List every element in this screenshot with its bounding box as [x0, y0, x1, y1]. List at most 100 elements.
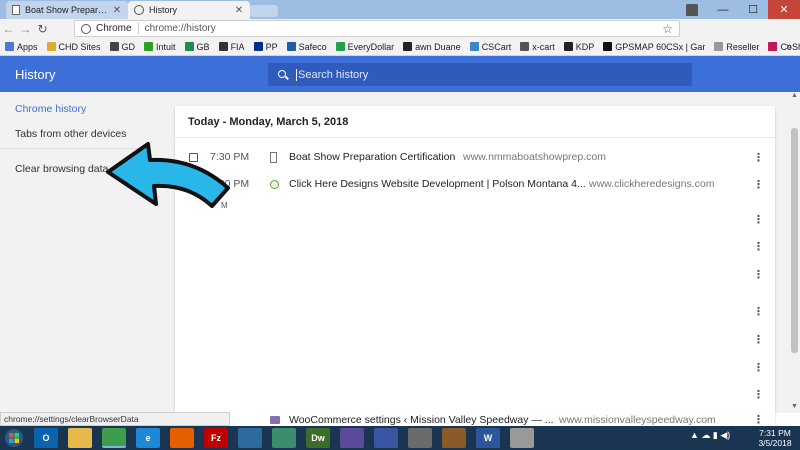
bookmark-item[interactable]: awn Duane	[403, 42, 461, 52]
fetch-icon[interactable]	[238, 428, 262, 448]
tab-history[interactable]: History ✕	[128, 1, 250, 19]
bookmark-item[interactable]: EveryDollar	[335, 41, 395, 52]
bookmark-star-icon[interactable]: ☆	[662, 22, 673, 36]
bookmark-label: GB	[196, 41, 210, 52]
word-icon[interactable]: W	[476, 428, 500, 448]
bookmark-item[interactable]: Reseller	[714, 42, 759, 52]
windows-start-icon[interactable]	[4, 428, 24, 448]
forward-arrow-icon[interactable]: →	[17, 20, 34, 37]
close-icon[interactable]: ✕	[234, 5, 244, 16]
chrome-icon[interactable]	[102, 428, 126, 448]
bookmark-icon	[469, 42, 479, 51]
bookmark-item[interactable]: KDP	[563, 42, 594, 52]
sidebar-item-clear-browsing-data[interactable]: Clear browsing data	[15, 163, 108, 175]
day-divider	[175, 137, 775, 138]
row-title-link[interactable]: WooCommerce settings ‹ Mission Valley Sp…	[289, 414, 554, 426]
scrollbar-thumb[interactable]	[791, 128, 798, 353]
search-box[interactable]	[268, 63, 692, 86]
bookmark-item[interactable]: Intuit	[144, 42, 176, 52]
filezilla-icon[interactable]: Fz	[204, 428, 228, 448]
outlook-icon[interactable]: O	[34, 428, 58, 448]
scroll-up-icon[interactable]: ▲	[789, 92, 800, 102]
bookmark-item[interactable]: GPSMAP 60CSx | Gar	[603, 42, 705, 52]
woocommerce-favicon-icon	[270, 415, 280, 424]
history-row-partial[interactable]: WooCommerce settings ‹ Mission Valley Sp…	[175, 413, 775, 426]
row-menu-icon[interactable]: ⋮	[753, 333, 764, 346]
bookmark-item[interactable]: GD	[109, 41, 136, 52]
row-menu-icon[interactable]: ⋮	[753, 305, 764, 318]
row-title-link[interactable]: Boat Show Preparation Certification	[289, 151, 455, 163]
bookmark-icon	[520, 42, 530, 51]
address-bar[interactable]: Chrome chrome://history ☆	[74, 20, 680, 37]
minimize-button[interactable]: —	[708, 0, 738, 19]
windows-taskbar: ▲ ☁ ▮ ◀) 7:31 PM 3/5/2018 Oe Fz Dw W	[0, 426, 800, 450]
bookmark-icon	[335, 42, 345, 51]
row-menu-icon[interactable]: ⋮	[753, 388, 764, 401]
tab-boat-show[interactable]: Boat Show Preparation C ✕	[6, 1, 128, 19]
system-tray-icons[interactable]: ▲ ☁ ▮ ◀)	[690, 430, 730, 441]
bookmark-icon	[603, 42, 613, 51]
photos-icon[interactable]	[408, 428, 432, 448]
row-menu-icon[interactable]: ⋮	[753, 361, 764, 374]
bookmark-label: x-cart	[532, 41, 555, 52]
reload-icon[interactable]: ↻	[34, 20, 51, 37]
bookmark-item[interactable]: x-cart	[520, 42, 555, 52]
feather-app-icon[interactable]	[272, 428, 296, 448]
bookmark-label: EveryDollar	[347, 41, 395, 52]
bookmark-item[interactable]: PP	[253, 42, 278, 52]
tab-title: Boat Show Preparation C	[25, 5, 109, 15]
history-row[interactable]: 7:30 PM Boat Show Preparation Certificat…	[175, 146, 775, 168]
scroll-down-icon[interactable]: ▼	[789, 403, 800, 413]
row-menu-icon[interactable]: ⋮	[753, 413, 764, 426]
url-text[interactable]: chrome://history	[145, 23, 663, 34]
tab-title: History	[149, 5, 178, 15]
bookmark-item[interactable]: Safeco	[286, 42, 327, 52]
maximize-button[interactable]: ☐	[738, 0, 768, 19]
bookmark-label: GD	[121, 41, 136, 52]
new-tab-button[interactable]	[250, 5, 278, 17]
row-title-link[interactable]: Click Here Designs Website Development |…	[289, 178, 586, 190]
bookmark-item[interactable]: GB	[184, 41, 210, 52]
more-bookmarks-icon[interactable]: »	[786, 41, 792, 52]
close-icon[interactable]: ✕	[112, 5, 122, 16]
bookmark-item[interactable]: CSCart	[469, 42, 511, 52]
bookmark-icon	[144, 42, 154, 51]
row-menu-icon[interactable]: ⋮	[753, 268, 764, 281]
text-cursor	[296, 69, 297, 81]
bookmark-icon	[714, 42, 724, 51]
row-menu-icon[interactable]: ⋮	[753, 213, 764, 226]
history-row[interactable]: 7:30 PM Click Here Designs Website Devel…	[175, 173, 775, 195]
annotation-arrow-icon	[106, 142, 230, 208]
bookmark-item[interactable]: FIA	[218, 42, 245, 52]
row-menu-icon[interactable]: ⋮	[753, 151, 764, 164]
bookmark-icon	[563, 42, 573, 51]
firefox-icon[interactable]	[170, 428, 194, 448]
bookmark-icon	[286, 42, 296, 51]
page-scrollbar[interactable]: ▲ ▼	[789, 92, 800, 413]
back-arrow-icon[interactable]: ←	[0, 20, 17, 37]
visio-icon[interactable]	[374, 428, 398, 448]
bookmark-item[interactable]: CHD Sites	[46, 42, 101, 52]
status-bar-url: chrome://settings/clearBrowserData	[0, 412, 230, 426]
search-input[interactable]	[298, 63, 692, 86]
publisher-icon[interactable]	[340, 428, 364, 448]
row-menu-icon[interactable]: ⋮	[753, 240, 764, 253]
bookmark-label: GPSMAP 60CSx | Gar	[615, 41, 706, 52]
user-profile-icon[interactable]	[686, 4, 698, 16]
row-domain: www.nmmaboatshowprep.com	[463, 151, 606, 163]
bookmark-icon	[253, 42, 263, 51]
bookmark-item[interactable]: Apps	[5, 42, 38, 52]
internet-explorer-icon[interactable]: e	[136, 428, 160, 448]
snipping-icon[interactable]	[510, 428, 534, 448]
dreamweaver-icon[interactable]: Dw	[306, 428, 330, 448]
file-explorer-icon[interactable]	[68, 428, 92, 448]
bookmark-label: awn Duane	[415, 41, 461, 52]
library-icon[interactable]	[442, 428, 466, 448]
close-window-button[interactable]: ✕	[768, 0, 800, 19]
taskbar-clock[interactable]: 7:31 PM 3/5/2018	[752, 428, 798, 448]
sidebar-item-chrome-history[interactable]: Chrome history	[15, 103, 86, 115]
row-domain: www.missionvalleyspeedway.com	[559, 413, 716, 426]
bookmark-item[interactable]: CoShare	[768, 42, 800, 52]
search-icon	[278, 69, 288, 80]
row-menu-icon[interactable]: ⋮	[753, 178, 764, 191]
